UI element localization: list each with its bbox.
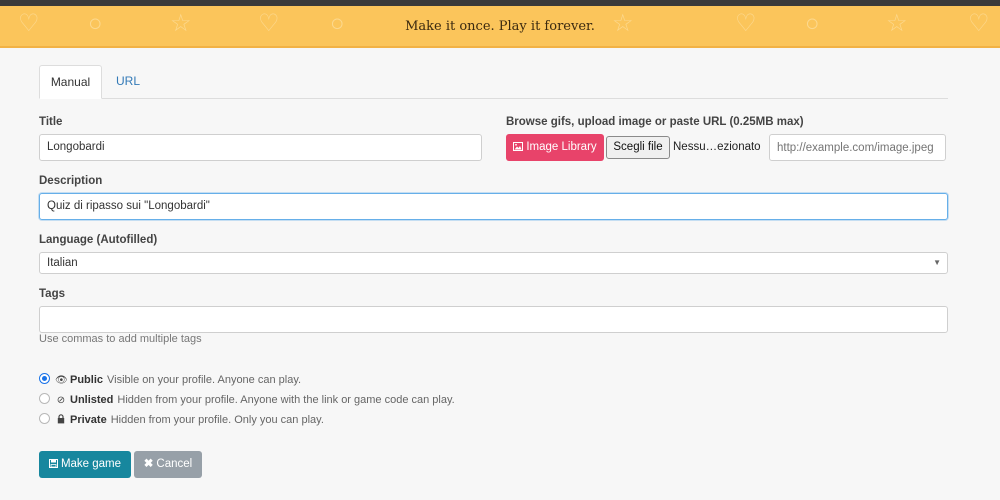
tab-manual[interactable]: Manual <box>39 65 102 99</box>
private-name: Private <box>70 414 107 426</box>
make-game-label: Make game <box>60 458 122 470</box>
title-input[interactable]: Longobardi <box>39 134 482 161</box>
tab-bar: Manual URL <box>39 65 948 99</box>
image-library-button[interactable]: Image Library <box>506 134 604 161</box>
private-radio[interactable] <box>39 413 50 424</box>
close-icon: ✖ <box>143 458 154 470</box>
chevron-down-icon: ▼ <box>933 258 941 267</box>
cancel-button[interactable]: ✖ Cancel <box>134 451 202 478</box>
make-game-button[interactable]: Make game <box>39 451 131 478</box>
file-name: Nessu…ezionato <box>673 141 761 153</box>
image-url-input[interactable] <box>769 134 946 161</box>
banner: ♡ ○ ☆ ♡ ○ ☆ ♡ ○ ☆ ♡ Make it once. Play i… <box>0 6 1000 48</box>
description-label: Description <box>39 175 103 187</box>
language-select[interactable]: Italian ▼ <box>39 252 948 274</box>
visibility-option-public[interactable]: 👁 Public Visible on your profile. Anyone c… <box>39 372 301 388</box>
tags-hint: Use commas to add multiple tags <box>39 333 202 345</box>
private-desc: Hidden from your profile. Only you can p… <box>110 414 324 426</box>
save-icon <box>48 451 58 478</box>
unlisted-desc: Hidden from your profile. Anyone with th… <box>117 394 455 406</box>
eye-icon: 👁 <box>55 375 68 386</box>
description-input[interactable]: Quiz di ripasso sui "Longobardi" <box>39 193 948 220</box>
public-radio[interactable] <box>39 373 50 384</box>
visibility-option-private[interactable]: Private Hidden from your profile. Only yo… <box>39 412 324 428</box>
language-label: Language (Autofilled) <box>39 234 158 246</box>
image-label: Browse gifs, upload image or paste URL (… <box>506 116 804 128</box>
unlisted-name: Unlisted <box>70 394 114 406</box>
choose-file-button[interactable]: Scegli file <box>606 136 670 159</box>
tags-label: Tags <box>39 288 65 300</box>
file-picker[interactable]: Scegli file Nessu…ezionato <box>606 134 764 161</box>
language-selected-value: Italian <box>47 257 78 269</box>
public-name: Public <box>70 374 104 386</box>
lock-icon <box>55 413 67 429</box>
unlisted-radio[interactable] <box>39 393 50 404</box>
banner-text: Make it once. Play it forever. <box>405 19 595 34</box>
public-desc: Visible on your profile. Anyone can play… <box>107 374 302 386</box>
eye-slash-icon: ⊘ <box>56 395 66 406</box>
visibility-option-unlisted[interactable]: ⊘ Unlisted Hidden from your profile. Anyon… <box>39 392 455 408</box>
tags-input[interactable] <box>39 306 948 333</box>
tab-url[interactable]: URL <box>103 65 153 99</box>
cancel-label: Cancel <box>156 458 193 470</box>
image-icon <box>513 134 524 161</box>
title-label: Title <box>39 116 63 128</box>
image-library-label: Image Library <box>526 141 597 153</box>
